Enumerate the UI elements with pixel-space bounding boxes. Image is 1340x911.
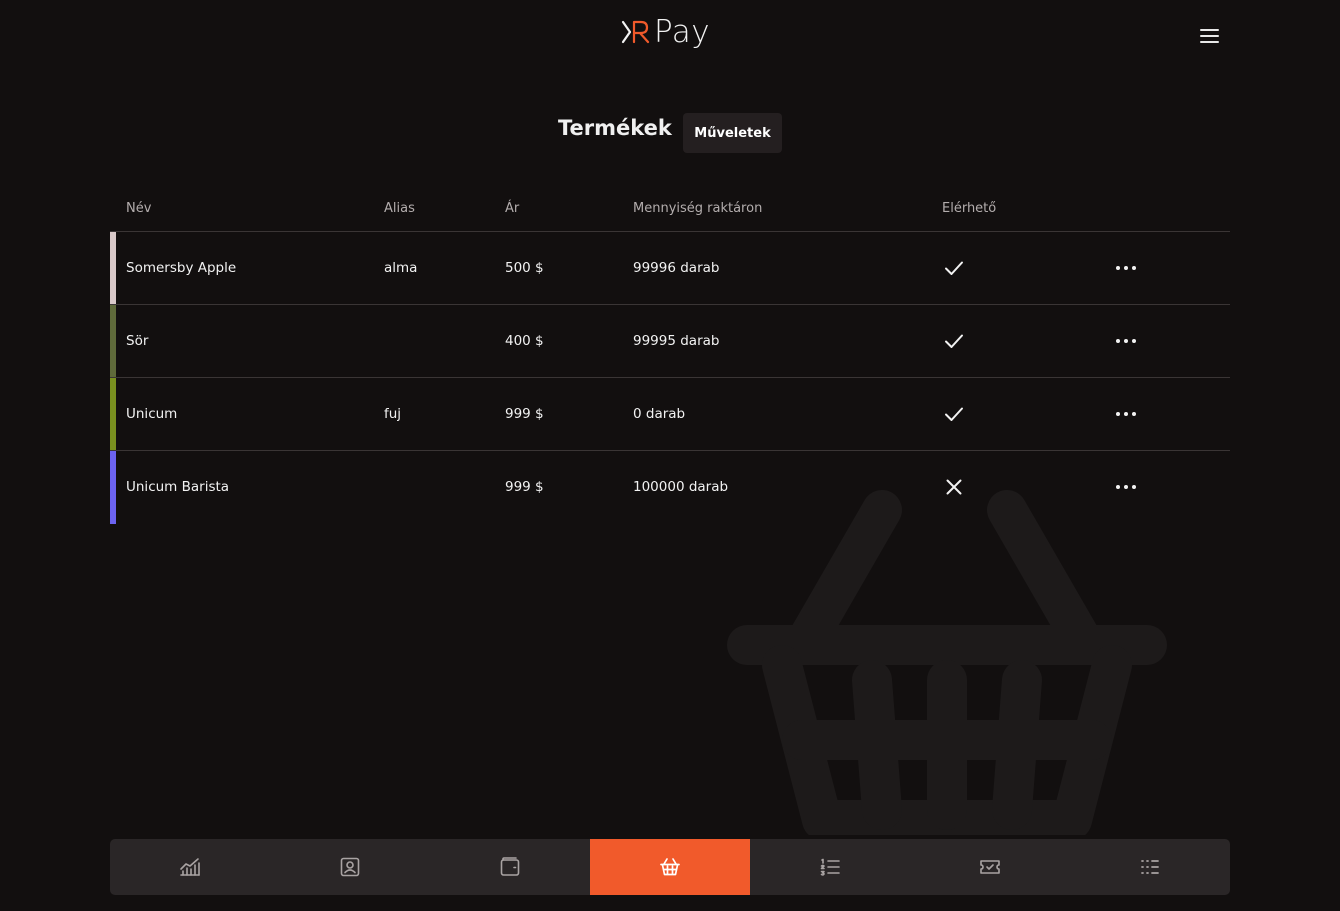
product-quantity: 99995 darab xyxy=(633,333,720,349)
bottom-navigation xyxy=(110,839,1230,895)
actions-button[interactable]: Műveletek xyxy=(683,113,782,153)
product-alias: alma xyxy=(384,260,418,276)
app-logo[interactable]: Pay xyxy=(621,12,710,52)
table-row[interactable]: Sör 400 $ 99995 darab xyxy=(110,305,1230,378)
chart-icon xyxy=(180,858,200,876)
check-icon xyxy=(945,334,963,348)
column-header-quantity[interactable]: Mennyiség raktáron xyxy=(633,201,762,216)
table-header: Név Alias Ár Mennyiség raktáron Elérhető xyxy=(110,185,1230,232)
product-price: 999 $ xyxy=(505,479,544,495)
nav-item-statistics[interactable] xyxy=(110,839,270,895)
ticket-icon xyxy=(980,860,1000,874)
table-row[interactable]: Somersby Apple alma 500 $ 99996 darab xyxy=(110,232,1230,305)
product-name: Somersby Apple xyxy=(126,260,237,276)
column-header-available[interactable]: Elérhető xyxy=(942,201,996,216)
more-dots-icon xyxy=(1116,339,1120,343)
table-row[interactable]: Unicum fuj 999 $ 0 darab xyxy=(110,378,1230,451)
product-quantity: 99996 darab xyxy=(633,260,720,276)
product-color-stripe xyxy=(110,451,116,524)
nav-item-list[interactable] xyxy=(1070,839,1230,895)
product-price: 500 $ xyxy=(505,260,544,276)
logo-mark-icon xyxy=(621,20,650,44)
logo-text: Pay xyxy=(654,13,711,50)
row-more-button[interactable] xyxy=(1114,257,1138,279)
list-icon xyxy=(1141,860,1159,874)
check-icon xyxy=(945,261,963,275)
nav-item-users[interactable] xyxy=(270,839,430,895)
product-quantity: 0 darab xyxy=(633,406,686,422)
product-alias: fuj xyxy=(384,406,402,422)
basket-icon xyxy=(660,858,680,876)
table-body: Somersby Apple alma 500 $ 99996 darab Sö… xyxy=(110,232,1230,524)
nav-item-tickets[interactable] xyxy=(910,839,1070,895)
numbered-list-icon xyxy=(820,858,840,876)
product-name: Sör xyxy=(126,333,149,349)
products-table: Név Alias Ár Mennyiség raktáron Elérhető… xyxy=(110,185,1230,524)
product-color-stripe xyxy=(110,232,116,304)
product-color-stripe xyxy=(110,378,116,450)
nav-item-products[interactable] xyxy=(590,839,750,895)
column-header-name[interactable]: Név xyxy=(126,201,151,216)
hamburger-menu-button[interactable] xyxy=(1196,24,1224,48)
nav-item-wallet[interactable] xyxy=(430,839,590,895)
more-dots-icon xyxy=(1116,485,1120,489)
column-header-price[interactable]: Ár xyxy=(505,201,519,216)
nav-item-orders[interactable] xyxy=(750,839,910,895)
basket-watermark-icon xyxy=(727,490,1167,835)
product-price: 400 $ xyxy=(505,333,544,349)
wallet-icon xyxy=(500,857,520,876)
product-quantity: 100000 darab xyxy=(633,479,729,495)
page-title: Termékek xyxy=(558,116,672,140)
close-icon xyxy=(946,479,962,495)
product-name: Unicum Barista xyxy=(126,479,230,495)
product-price: 999 $ xyxy=(505,406,544,422)
products-page: Pay Termékek Műveletek Név Alias Ár Menn… xyxy=(0,0,1340,911)
more-dots-icon xyxy=(1116,412,1120,416)
more-dots-icon xyxy=(1116,266,1120,270)
row-more-button[interactable] xyxy=(1114,330,1138,352)
product-color-stripe xyxy=(110,305,116,377)
product-name: Unicum xyxy=(126,406,178,422)
user-card-icon xyxy=(340,857,360,877)
row-more-button[interactable] xyxy=(1114,403,1138,425)
hamburger-icon xyxy=(1200,29,1219,31)
check-icon xyxy=(945,407,963,421)
table-row[interactable]: Unicum Barista 999 $ 100000 darab xyxy=(110,451,1230,524)
row-more-button[interactable] xyxy=(1114,476,1138,498)
column-header-alias[interactable]: Alias xyxy=(384,201,415,216)
